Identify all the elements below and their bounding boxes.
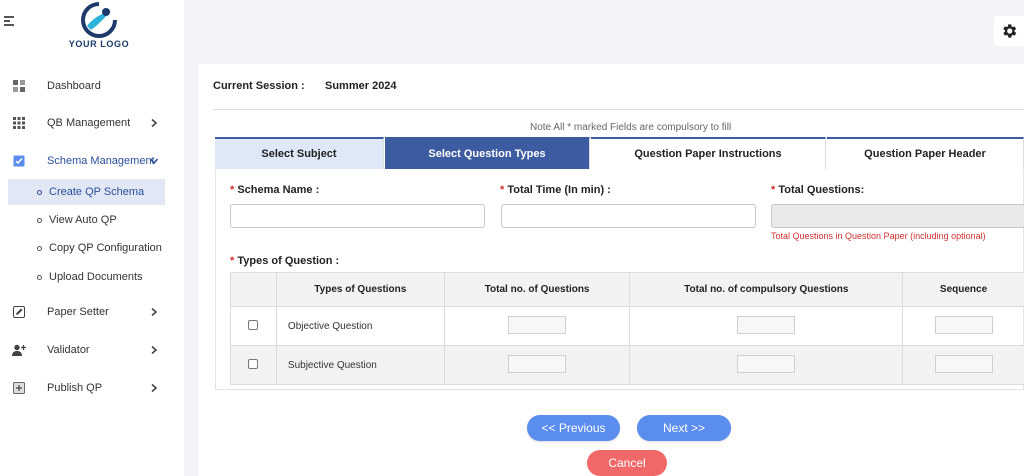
total-cell [443,345,631,385]
table-row: Objective Question [230,306,1024,346]
next-button[interactable]: Next >> [637,415,731,441]
question-types-form: * Schema Name : * Total Time (In min) : … [215,170,1024,390]
compulsory-questions-field[interactable] [737,354,796,373]
sidebar-subitem-view-auto-qp[interactable]: View Auto QP [8,207,165,233]
sidebar-item-qb-management[interactable]: QB Management [0,112,184,134]
question-types-table: Types of Questions Total no. of Question… [230,272,1024,385]
sidebar-item-label: Dashboard [47,80,101,92]
logo-text: YOUR LOGO [68,39,130,49]
dashboard-icon [12,79,26,93]
row-select-cell [230,345,277,385]
divider [213,109,1024,110]
logo-icon [81,2,117,38]
compulsory-cell [629,345,904,385]
total-questions-field[interactable] [508,354,567,373]
total-time-input[interactable] [501,204,756,228]
session-value: Summer 2024 [325,80,397,92]
bullet-icon [37,189,42,195]
chevron-right-icon [151,383,158,393]
menu-toggle-icon[interactable] [4,16,16,28]
total-questions-input [771,204,1024,228]
sidebar-item-label: Validator [47,344,90,356]
sidebar-item-publish-qp[interactable]: Publish QP [0,377,184,399]
tab-select-subject[interactable]: Select Subject [215,137,384,169]
sidebar-subitem-label: Copy QP Configuration [49,242,162,254]
sidebar-subitem-create-qp-schema[interactable]: Create QP Schema [8,179,165,205]
tab-question-paper-instructions[interactable]: Question Paper Instructions [591,137,826,169]
sidebar-subitem-upload-documents[interactable]: Upload Documents [8,264,165,290]
table-header-row: Types of Questions Total no. of Question… [230,272,1024,307]
sidebar-item-validator[interactable]: Validator [0,339,184,361]
sequence-field[interactable] [934,315,993,334]
sidebar-item-label: Schema Management [47,155,155,167]
sequence-cell [902,306,1024,346]
sidebar: YOUR LOGO Dashboard QB Management Schema… [0,0,184,476]
schema-name-input[interactable] [230,204,485,228]
question-type-name: Objective Question [275,306,445,346]
schema-name-label: * Schema Name : [230,184,320,196]
column-header-compulsory: Total no. of compulsory Questions [629,272,904,307]
total-time-label: * Total Time (In min) : [500,184,611,196]
sidebar-item-label: Paper Setter [47,306,109,318]
column-header-select [230,272,277,307]
edit-icon [12,305,26,319]
session-label: Current Session : [213,80,305,92]
main-panel: Current Session : Summer 2024 Note All *… [198,64,1024,476]
sequence-cell [902,345,1024,385]
bullet-icon [37,274,42,280]
sidebar-subitem-label: Upload Documents [49,271,143,283]
sidebar-item-schema-management[interactable]: Schema Management [0,150,184,172]
wizard-tabs: Select Subject Select Question Types Que… [215,137,1024,169]
cancel-button[interactable]: Cancel [587,450,667,476]
row-select-cell [230,306,277,346]
previous-button[interactable]: << Previous [527,415,620,441]
row-checkbox[interactable] [248,358,259,369]
grid-icon [12,116,26,130]
column-header-sequence: Sequence [902,272,1024,307]
column-header-types: Types of Questions [275,272,445,307]
chevron-right-icon [151,345,158,355]
total-cell [443,306,631,346]
total-questions-field[interactable] [508,315,567,334]
row-checkbox[interactable] [248,319,259,330]
tab-select-question-types[interactable]: Select Question Types [385,137,590,169]
sidebar-item-dashboard[interactable]: Dashboard [0,75,184,97]
bullet-icon [37,245,42,251]
settings-button[interactable] [994,16,1024,46]
sidebar-item-label: Publish QP [47,382,103,394]
chevron-right-icon [151,118,158,128]
required-fields-note: Note All * marked Fields are compulsory … [530,122,732,133]
column-header-total: Total no. of Questions [443,272,631,307]
bullet-icon [37,217,42,223]
total-questions-hint: Total Questions in Question Paper (inclu… [771,231,986,241]
chevron-down-icon [149,158,159,165]
table-row: Subjective Question [230,345,1024,385]
checkbox-icon [12,154,26,168]
sequence-field[interactable] [934,354,993,373]
logo: YOUR LOGO [68,0,130,56]
compulsory-cell [629,306,904,346]
add-user-icon [12,343,26,357]
types-of-question-label: * Types of Question : [230,255,340,267]
publish-icon [12,381,26,395]
compulsory-questions-field[interactable] [737,315,796,334]
total-questions-label: * Total Questions: [771,184,865,196]
sidebar-subitem-label: Create QP Schema [49,186,145,198]
sidebar-item-paper-setter[interactable]: Paper Setter [0,301,184,323]
question-type-name: Subjective Question [275,345,445,385]
tab-question-paper-header[interactable]: Question Paper Header [827,137,1024,169]
sidebar-item-label: QB Management [47,117,131,129]
chevron-right-icon [151,307,158,317]
sidebar-subitem-label: View Auto QP [49,214,117,226]
gear-icon [1003,24,1017,38]
sidebar-subitem-copy-qp-configuration[interactable]: Copy QP Configuration [8,235,165,261]
